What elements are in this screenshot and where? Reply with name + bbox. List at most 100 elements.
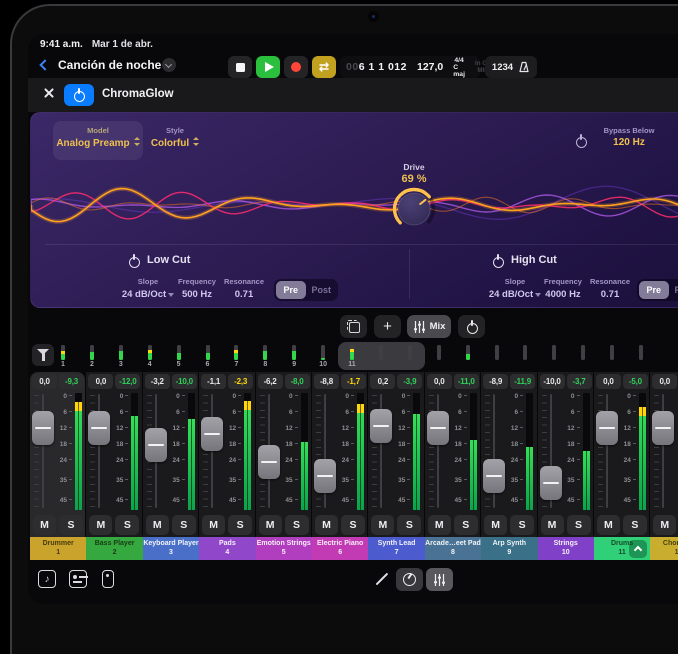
track-name-band[interactable]: Pads4: [199, 537, 255, 560]
mute-button[interactable]: M: [371, 515, 394, 535]
volume-fader[interactable]: [596, 411, 618, 445]
channel-strip-5[interactable]: -6,2-8,0061218243545MSEmotion Strings5: [256, 372, 312, 560]
mix-view-button[interactable]: Mix: [407, 315, 451, 338]
volume-fader[interactable]: [145, 428, 167, 462]
style-selector[interactable]: Style Colorful: [144, 126, 206, 149]
volume-value[interactable]: 0,0: [32, 374, 57, 389]
channel-strip-9[interactable]: -8,9-11,9061218243545MSArp Synth9: [481, 372, 537, 560]
volume-value[interactable]: 0,2: [370, 374, 395, 389]
mute-button[interactable]: M: [428, 515, 451, 535]
solo-button[interactable]: S: [397, 515, 421, 535]
add-track-button[interactable]: +: [374, 315, 401, 338]
high-cut-resonance[interactable]: Resonance 0.71: [587, 277, 633, 300]
track-name-band[interactable]: Drums11: [594, 537, 650, 560]
volume-fader[interactable]: [314, 459, 336, 493]
mixer-power-button[interactable]: [458, 315, 485, 338]
volume-value[interactable]: 0,0: [88, 374, 113, 389]
volume-value[interactable]: 0,0: [652, 374, 677, 389]
channel-strip-8[interactable]: 0,0-11,0061218243545MSArcade…eet Pad8: [425, 372, 481, 560]
back-chevron-icon[interactable]: [39, 59, 50, 70]
solo-button[interactable]: S: [285, 515, 309, 535]
channel-strip-3[interactable]: -3,2-10,0061218243545MSKeyboard Player3: [143, 372, 199, 560]
solo-button[interactable]: S: [623, 515, 647, 535]
mute-button[interactable]: M: [146, 515, 169, 535]
track-name-band[interactable]: Synth Lead7: [368, 537, 424, 560]
channel-strip-2[interactable]: 0,0-12,0061218243545MSBass Player2: [86, 372, 142, 560]
mixer-view-button[interactable]: [426, 568, 453, 591]
track-name-band[interactable]: Strings10: [538, 537, 594, 560]
track-name-band[interactable]: Drummer1: [30, 537, 86, 560]
solo-button[interactable]: S: [228, 515, 252, 535]
solo-button[interactable]: S: [567, 515, 591, 535]
track-name-band[interactable]: Chorus V12: [650, 537, 678, 560]
song-title[interactable]: Canción de noche: [58, 58, 161, 72]
mute-button[interactable]: M: [202, 515, 225, 535]
bypass-below-control[interactable]: Bypass Below 120 Hz: [598, 126, 660, 148]
solo-button[interactable]: S: [172, 515, 196, 535]
loops-browser-icon[interactable]: ♪: [38, 570, 56, 588]
stop-button[interactable]: [228, 56, 252, 78]
channel-strip-11[interactable]: 0,0-5,0061218243545MSDrums11: [594, 372, 650, 560]
cycle-button[interactable]: [312, 56, 336, 78]
low-cut-power-icon[interactable]: [127, 254, 140, 267]
mute-button[interactable]: M: [315, 515, 338, 535]
mute-button[interactable]: M: [33, 515, 56, 535]
mute-button[interactable]: M: [597, 515, 620, 535]
volume-value[interactable]: 0,0: [596, 374, 621, 389]
play-surface-icon[interactable]: [102, 570, 114, 588]
lcd-display[interactable]: 006 1 1 012 127,0 4/4C maj In Out MIDI: [340, 56, 480, 78]
metronome-icon[interactable]: [518, 61, 530, 73]
record-button[interactable]: [284, 56, 308, 78]
pre-button[interactable]: Pre: [639, 281, 669, 299]
volume-value[interactable]: -8,8: [314, 374, 339, 389]
channel-strip-4[interactable]: -1,1-2,3061218243545MSPads4: [199, 372, 255, 560]
track-name-band[interactable]: Arcade…eet Pad8: [425, 537, 481, 560]
track-name-band[interactable]: Electric Piano6: [312, 537, 368, 560]
pre-button[interactable]: Pre: [276, 281, 306, 299]
play-button[interactable]: [256, 56, 280, 78]
track-name-band[interactable]: Emotion Strings5: [256, 537, 312, 560]
volume-value[interactable]: -10,0: [540, 374, 565, 389]
post-button[interactable]: Post: [307, 281, 337, 299]
mute-button[interactable]: M: [541, 515, 564, 535]
volume-fader[interactable]: [32, 411, 54, 445]
channel-strip-6[interactable]: -8,8-1,7061218243545MSElectric Piano6: [312, 372, 368, 560]
volume-fader[interactable]: [88, 411, 110, 445]
volume-value[interactable]: -6,2: [258, 374, 283, 389]
volume-fader[interactable]: [370, 409, 392, 443]
plugins-icon[interactable]: [69, 570, 87, 588]
volume-value[interactable]: -8,9: [483, 374, 508, 389]
controls-view-button[interactable]: [396, 568, 423, 591]
song-menu-button[interactable]: [162, 58, 176, 72]
track-name-band[interactable]: Keyboard Player3: [143, 537, 199, 560]
solo-button[interactable]: S: [510, 515, 534, 535]
mute-button[interactable]: M: [484, 515, 507, 535]
track-name-band[interactable]: Arp Synth9: [481, 537, 537, 560]
plugin-power-button[interactable]: [64, 84, 94, 106]
count-in-button[interactable]: 1234: [492, 62, 513, 73]
volume-fader[interactable]: [483, 459, 505, 493]
volume-value[interactable]: -1,1: [201, 374, 226, 389]
mute-button[interactable]: M: [259, 515, 282, 535]
post-button[interactable]: Post: [670, 281, 678, 299]
low-cut-frequency[interactable]: Frequency 500 Hz: [173, 277, 221, 300]
volume-value[interactable]: -3,2: [145, 374, 170, 389]
solo-button[interactable]: S: [59, 515, 83, 535]
channel-strip-12[interactable]: 0,0061218243545MSChorus V12: [650, 372, 678, 560]
volume-fader[interactable]: [540, 466, 562, 500]
bypass-power-icon[interactable]: [574, 134, 587, 147]
level-control[interactable]: Level 0.0: [660, 126, 678, 148]
solo-button[interactable]: S: [454, 515, 478, 535]
pencil-icon[interactable]: [376, 573, 389, 586]
mute-button[interactable]: M: [89, 515, 112, 535]
solo-button[interactable]: S: [115, 515, 139, 535]
channel-strip-7[interactable]: 0,2-3,9061218243545MSSynth Lead7: [368, 372, 424, 560]
duplicate-button[interactable]: [340, 315, 367, 338]
track-name-band[interactable]: Bass Player2: [86, 537, 142, 560]
solo-button[interactable]: S: [341, 515, 365, 535]
volume-fader[interactable]: [427, 411, 449, 445]
drive-knob[interactable]: [390, 185, 438, 233]
mute-button[interactable]: M: [653, 515, 676, 535]
high-cut-frequency[interactable]: Frequency 4000 Hz: [539, 277, 587, 300]
low-cut-slope[interactable]: Slope 24 dB/Oct: [115, 277, 181, 300]
